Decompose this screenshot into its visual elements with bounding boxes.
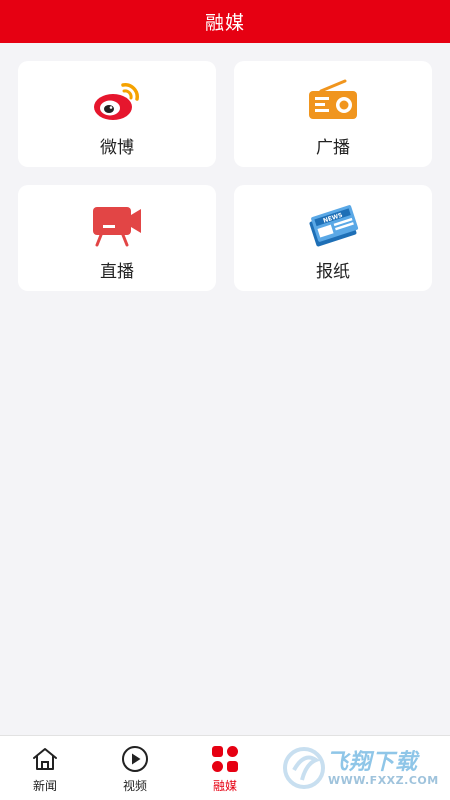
- tab-news[interactable]: 新闻: [0, 736, 90, 800]
- radio-icon: [305, 79, 361, 123]
- obscured-icon: [391, 745, 419, 773]
- radio-label: 广播: [316, 138, 350, 158]
- tab-media-label: 融媒: [212, 779, 237, 793]
- tab-4[interactable]: [270, 736, 360, 800]
- top-bar: 融媒: [0, 0, 450, 43]
- newspaper-label: 报纸: [316, 262, 350, 282]
- play-icon: [121, 745, 149, 773]
- newspaper-icon: NEWS: [305, 203, 361, 247]
- weibo-icon: [89, 79, 145, 123]
- weibo-label: 微博: [100, 138, 134, 158]
- tab-5[interactable]: [360, 736, 450, 800]
- tab-media[interactable]: 融媒: [180, 736, 270, 800]
- app-screen: 融媒 微博 广播 直播 NEWS 报纸 新闻 视频 融媒 飞翔下载 WWW.FX…: [0, 0, 450, 800]
- page-title: 融媒: [204, 12, 245, 34]
- bottom-tab-bar: 新闻 视频 融媒: [0, 735, 450, 800]
- obscured-icon: [301, 745, 329, 773]
- radio-card[interactable]: 广播: [234, 61, 432, 167]
- live-tv-icon: [89, 203, 145, 247]
- live-label: 直播: [100, 262, 134, 282]
- newspaper-card[interactable]: NEWS 报纸: [234, 185, 432, 291]
- grid-icon: [211, 745, 239, 773]
- home-icon: [31, 745, 59, 773]
- tab-video[interactable]: 视频: [90, 736, 180, 800]
- tab-video-label: 视频: [122, 779, 147, 793]
- tab-news-label: 新闻: [32, 779, 57, 793]
- live-card[interactable]: 直播: [18, 185, 216, 291]
- weibo-card[interactable]: 微博: [18, 61, 216, 167]
